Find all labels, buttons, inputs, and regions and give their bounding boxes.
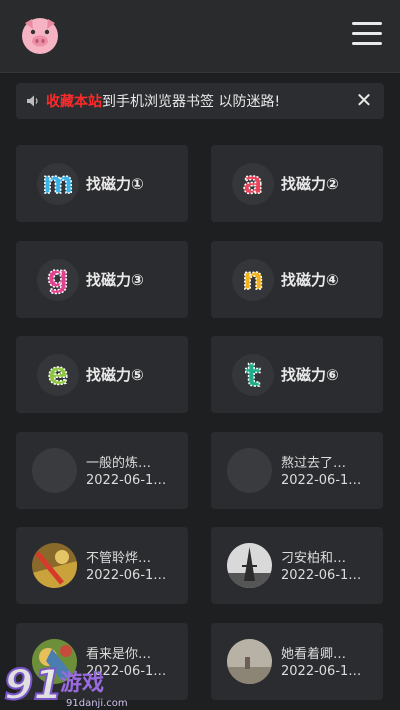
top-bar <box>0 0 400 73</box>
post-date: 2022-06-1… <box>86 568 167 583</box>
link-label: 找磁力⑤ <box>86 366 144 384</box>
link-label: 找磁力② <box>281 175 339 193</box>
letter-t-icon: t <box>232 354 274 396</box>
post-title: 她看着卿… <box>281 647 347 662</box>
close-icon[interactable]: ✕ <box>354 90 374 110</box>
svg-text:t: t <box>245 356 260 394</box>
post-card-1[interactable]: 一般的炼… 2022-06-1… <box>16 432 188 509</box>
watermark-url: 91danji.com <box>66 698 128 709</box>
link-card-4[interactable]: n 找磁力④ <box>211 241 383 318</box>
svg-text:m: m <box>42 166 73 201</box>
link-card-3[interactable]: g 找磁力③ <box>16 241 188 318</box>
pig-face-icon[interactable] <box>20 15 60 55</box>
post-date: 2022-06-1… <box>281 664 362 679</box>
notice-highlight[interactable]: 收藏本站 <box>46 94 102 110</box>
hamburger-menu-icon[interactable] <box>352 22 382 48</box>
post-thumbnail <box>32 543 77 588</box>
post-thumbnail <box>32 448 77 493</box>
letter-m-icon: m <box>37 163 79 205</box>
post-date: 2022-06-1… <box>281 568 362 583</box>
link-card-2[interactable]: a 找磁力② <box>211 145 383 222</box>
link-label: 找磁力③ <box>86 271 144 289</box>
watermark-text: 游戏 <box>60 670 104 696</box>
letter-a-icon: a <box>232 163 274 205</box>
link-card-5[interactable]: e 找磁力⑤ <box>16 336 188 413</box>
post-date: 2022-06-1… <box>281 473 362 488</box>
site-watermark: 91 游戏 91danji.com <box>4 659 128 710</box>
letter-e-icon: e <box>37 354 79 396</box>
post-thumbnail <box>227 639 272 684</box>
letter-n-icon: n <box>232 259 274 301</box>
notice-text: 收藏本站到手机浏览器书签 以防迷路! <box>46 94 281 110</box>
link-label: 找磁力④ <box>281 271 339 289</box>
letter-g-icon: g <box>37 259 79 301</box>
post-title: 不管聆烨… <box>86 551 152 566</box>
post-title: 熬过去了… <box>281 456 347 471</box>
link-label: 找磁力⑥ <box>281 366 339 384</box>
post-card-4[interactable]: 刁安柏和… 2022-06-1… <box>211 527 383 604</box>
link-card-1[interactable]: m 找磁力① <box>16 145 188 222</box>
post-thumbnail <box>227 448 272 493</box>
watermark-number: 91 <box>4 660 62 709</box>
post-date: 2022-06-1… <box>86 473 167 488</box>
post-thumbnail <box>227 543 272 588</box>
post-card-2[interactable]: 熬过去了… 2022-06-1… <box>211 432 383 509</box>
svg-text:g: g <box>47 260 68 295</box>
post-card-6[interactable]: 她看着卿… 2022-06-1… <box>211 623 383 700</box>
post-title: 一般的炼… <box>86 456 152 471</box>
link-card-6[interactable]: t 找磁力⑥ <box>211 336 383 413</box>
bookmark-notice: 收藏本站到手机浏览器书签 以防迷路! ✕ <box>16 83 384 119</box>
svg-text:a: a <box>243 166 263 201</box>
speaker-icon <box>27 95 38 107</box>
link-label: 找磁力① <box>86 175 144 193</box>
svg-text:n: n <box>242 262 263 297</box>
post-title: 刁安柏和… <box>281 551 347 566</box>
svg-text:e: e <box>48 357 68 392</box>
post-card-3[interactable]: 不管聆烨… 2022-06-1… <box>16 527 188 604</box>
